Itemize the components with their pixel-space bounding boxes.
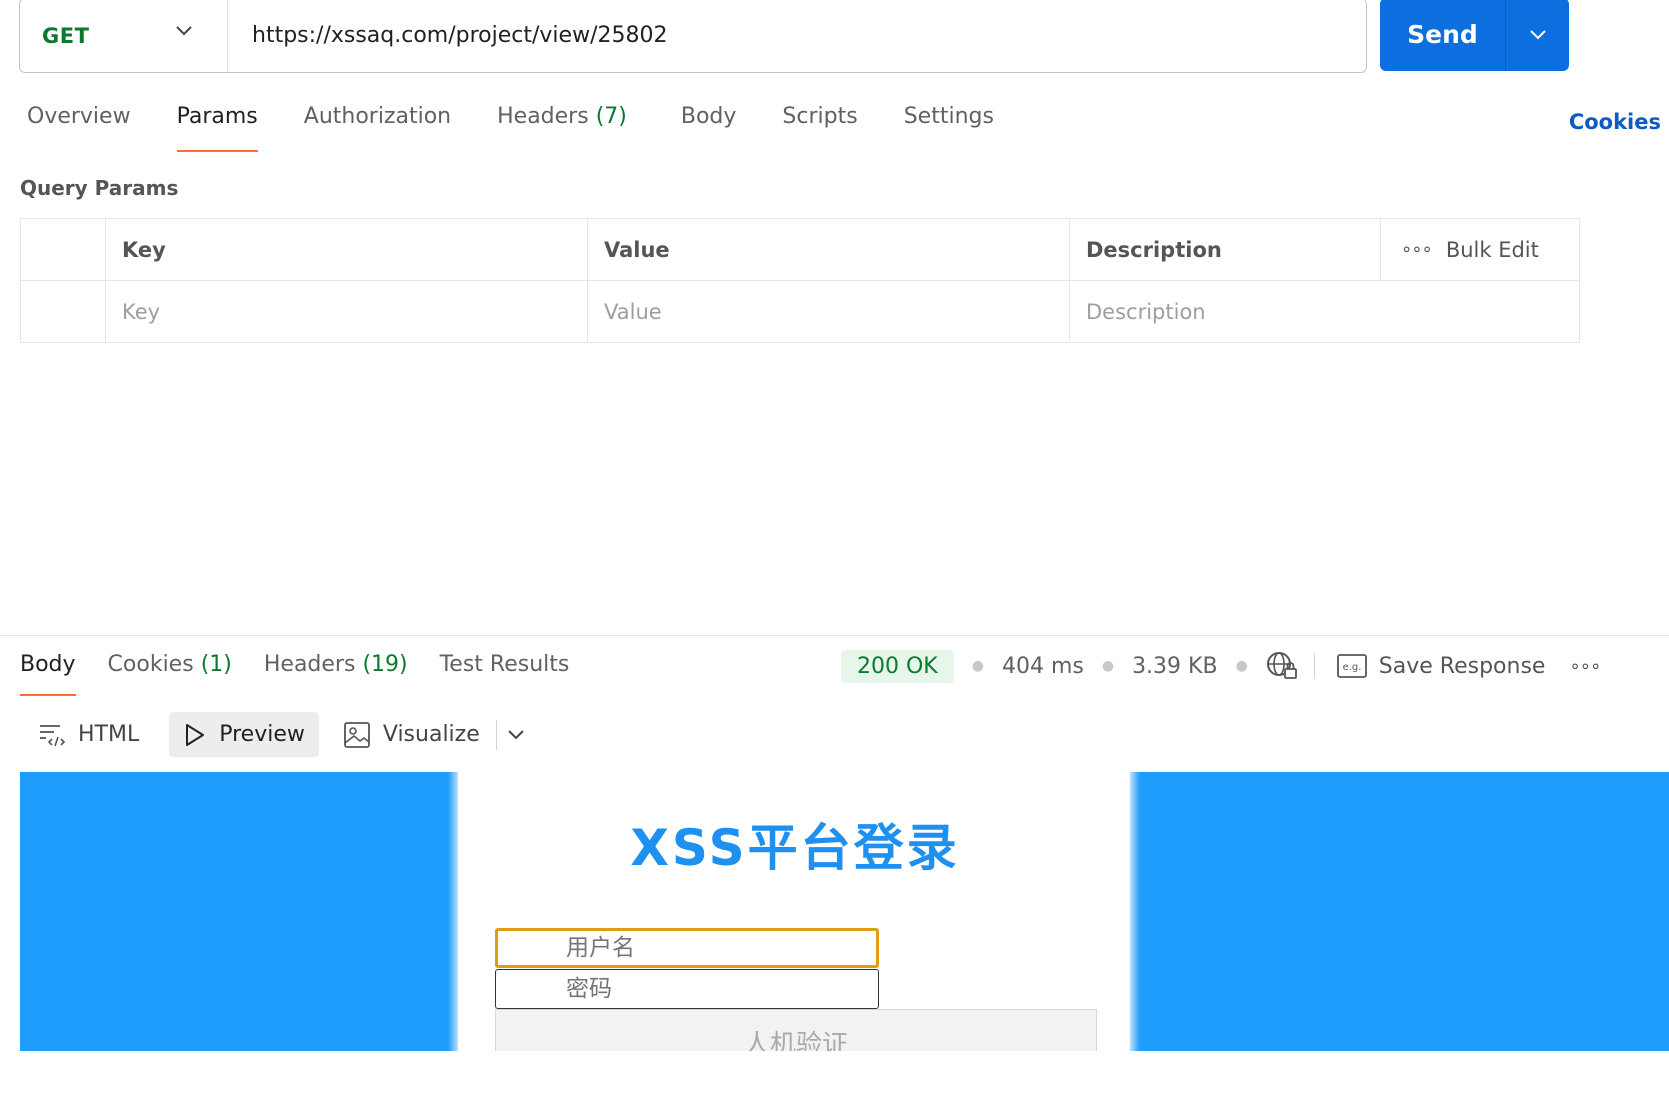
preview-view-label: Preview bbox=[219, 722, 305, 747]
separator-dot: ● bbox=[971, 658, 984, 674]
description-input[interactable]: Description bbox=[1069, 280, 1580, 343]
save-response-button[interactable]: e.g. Save Response bbox=[1336, 653, 1546, 679]
cookies-link[interactable]: Cookies bbox=[1569, 110, 1661, 134]
bulk-edit-cell: ∘∘∘ Bulk Edit bbox=[1380, 218, 1580, 281]
response-tab-body[interactable]: Body bbox=[20, 652, 76, 696]
response-tab-test-results[interactable]: Test Results bbox=[440, 652, 570, 696]
checkbox-column-header bbox=[20, 218, 106, 281]
example-icon: e.g. bbox=[1336, 654, 1367, 678]
column-header-description: Description bbox=[1069, 218, 1381, 281]
tab-authorization[interactable]: Authorization bbox=[304, 104, 451, 152]
table-row: Key Value Description bbox=[20, 280, 1580, 343]
tab-body[interactable]: Body bbox=[681, 104, 737, 152]
tab-scripts[interactable]: Scripts bbox=[782, 104, 857, 152]
response-meta: 200 OK ● 404 ms ● 3.39 KB ● e.g. Save Re… bbox=[841, 647, 1601, 685]
separator-dot: ● bbox=[1101, 658, 1115, 674]
html-view-button[interactable]: HTML bbox=[24, 712, 153, 757]
response-tab-cookies[interactable]: Cookies (1) bbox=[108, 652, 232, 696]
login-title: XSS平台登录 bbox=[630, 819, 960, 877]
method-selector[interactable]: GET bbox=[20, 0, 228, 72]
tab-settings[interactable]: Settings bbox=[904, 104, 994, 152]
more-options-icon[interactable]: ∘∘∘ bbox=[1401, 239, 1433, 260]
column-header-key: Key bbox=[105, 218, 588, 281]
response-preview: XSS平台登录 人机验证 bbox=[20, 772, 1669, 1051]
separator-dot: ● bbox=[1235, 658, 1248, 674]
request-tabs: Overview Params Authorization Headers (7… bbox=[27, 104, 1040, 152]
key-input[interactable]: Key bbox=[105, 280, 588, 343]
status-badge[interactable]: 200 OK bbox=[841, 649, 954, 683]
pane-divider[interactable] bbox=[0, 635, 1669, 636]
method-label: GET bbox=[42, 23, 90, 48]
captcha-button[interactable]: 人机验证 bbox=[495, 1009, 1097, 1051]
response-time[interactable]: 404 ms bbox=[1002, 654, 1084, 679]
visualize-view-label: Visualize bbox=[382, 722, 480, 747]
value-input[interactable]: Value bbox=[587, 280, 1070, 343]
username-input[interactable] bbox=[495, 928, 879, 968]
response-view-toolbar: HTML Preview Visualize bbox=[24, 712, 525, 757]
code-wrap-icon bbox=[40, 724, 66, 746]
headers-count: (7) bbox=[595, 104, 627, 129]
image-icon bbox=[343, 721, 370, 748]
vertical-divider bbox=[495, 719, 497, 750]
chevron-down-icon bbox=[1529, 29, 1546, 39]
response-tab-headers[interactable]: Headers (19) bbox=[264, 652, 408, 696]
column-header-value: Value bbox=[587, 218, 1070, 281]
save-response-label: Save Response bbox=[1378, 653, 1546, 679]
tab-params[interactable]: Params bbox=[176, 104, 258, 152]
send-button[interactable]: Send bbox=[1380, 0, 1506, 71]
network-lock-icon[interactable] bbox=[1266, 651, 1298, 681]
url-input[interactable] bbox=[228, 0, 1366, 72]
send-options-button[interactable] bbox=[1506, 0, 1569, 71]
bulk-edit-button[interactable]: Bulk Edit bbox=[1446, 238, 1539, 262]
tab-headers[interactable]: Headers (7) bbox=[497, 104, 627, 152]
table-header-row: Key Value Description ∘∘∘ Bulk Edit bbox=[20, 218, 1580, 281]
preview-view-button[interactable]: Preview bbox=[169, 712, 319, 757]
chevron-down-icon bbox=[176, 26, 192, 36]
html-view-label: HTML bbox=[78, 722, 140, 747]
request-url-bar: GET bbox=[19, 0, 1367, 73]
play-icon bbox=[186, 723, 205, 746]
tab-overview[interactable]: Overview bbox=[27, 104, 131, 152]
chevron-down-icon[interactable] bbox=[507, 729, 525, 741]
send-button-group: Send bbox=[1380, 0, 1569, 71]
more-options-icon[interactable]: ∘∘∘ bbox=[1569, 656, 1601, 677]
password-input[interactable] bbox=[495, 969, 879, 1009]
query-params-table: Key Value Description ∘∘∘ Bulk Edit Key … bbox=[20, 218, 1580, 343]
response-size[interactable]: 3.39 KB bbox=[1132, 654, 1218, 679]
response-tabs: Body Cookies (1) Headers (19) Test Resul… bbox=[20, 652, 601, 696]
query-params-title: Query Params bbox=[20, 176, 179, 200]
row-checkbox-cell bbox=[20, 280, 106, 343]
vertical-divider bbox=[1313, 653, 1315, 679]
svg-text:e.g.: e.g. bbox=[1342, 662, 1361, 673]
visualize-view-button[interactable]: Visualize bbox=[329, 712, 494, 757]
